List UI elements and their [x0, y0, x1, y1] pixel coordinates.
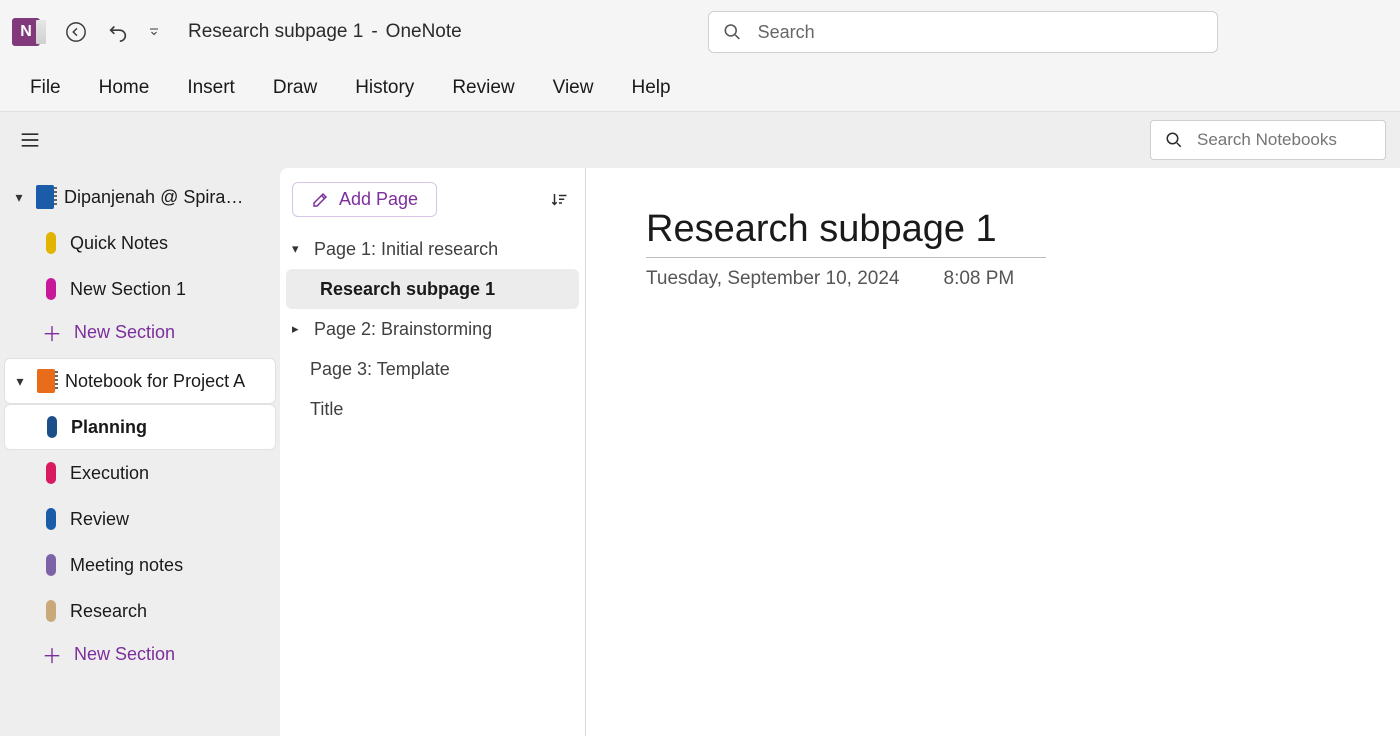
global-search[interactable]: [708, 11, 1218, 53]
page-label: Research subpage 1: [320, 279, 495, 300]
page-label: Page 1: Initial research: [314, 239, 498, 260]
page-label: Title: [310, 399, 343, 420]
chevron-down-icon: ▾: [292, 241, 306, 257]
sort-icon: [550, 191, 568, 209]
notebook-sidebar: ▾ Dipanjenah @ Spiral… Quick Notes New S…: [0, 168, 280, 736]
section-item-review[interactable]: Review: [4, 496, 276, 542]
tab-draw[interactable]: Draw: [271, 73, 319, 103]
plus-icon: ＋: [42, 318, 60, 347]
chevron-down-icon: ▾: [13, 373, 27, 390]
new-section-button[interactable]: ＋ New Section: [4, 634, 276, 674]
tab-view[interactable]: View: [551, 73, 596, 103]
section-label: Execution: [70, 463, 149, 484]
sort-pages-button[interactable]: [545, 186, 573, 214]
notebook-label: Dipanjenah @ Spiral…: [64, 187, 244, 208]
page-item[interactable]: Page 3: Template: [286, 349, 579, 389]
section-color-swatch: [46, 462, 56, 484]
undo-icon: [107, 21, 129, 43]
section-item-new-section-1[interactable]: New Section 1: [4, 266, 276, 312]
section-color-swatch: [46, 600, 56, 622]
window-title-page: Research subpage 1: [188, 21, 363, 43]
ribbon-tabs: File Home Insert Draw History Review Vie…: [0, 64, 1400, 112]
title-bar: N Research subpage 1 - OneNote: [0, 0, 1400, 64]
hamburger-icon: [20, 132, 40, 148]
global-search-input[interactable]: [756, 21, 1203, 44]
page-list: Add Page ▾ Page 1: Initial research Rese…: [280, 168, 586, 736]
window-title-separator: -: [371, 21, 377, 43]
page-time[interactable]: 8:08 PM: [944, 268, 1015, 290]
tab-home[interactable]: Home: [97, 73, 152, 103]
section-color-swatch: [47, 416, 57, 438]
tab-insert[interactable]: Insert: [185, 73, 237, 103]
page-item[interactable]: Title: [286, 389, 579, 429]
tab-help[interactable]: Help: [629, 73, 672, 103]
new-section-label: New Section: [74, 322, 175, 343]
add-page-label: Add Page: [339, 189, 418, 210]
page-label: Page 3: Template: [310, 359, 450, 380]
back-arrow-icon: [65, 21, 87, 43]
compose-icon: [311, 191, 329, 209]
sub-bar: [0, 112, 1400, 168]
section-label: Research: [70, 601, 147, 622]
section-label: Quick Notes: [70, 233, 168, 254]
notebook-icon: [37, 369, 55, 393]
section-item-meeting-notes[interactable]: Meeting notes: [4, 542, 276, 588]
chevron-right-icon: ▸: [292, 321, 306, 337]
add-page-button[interactable]: Add Page: [292, 182, 437, 217]
page-label: Page 2: Brainstorming: [314, 319, 492, 340]
notebook-icon: [36, 185, 54, 209]
chevron-down-icon: ▾: [12, 189, 26, 206]
search-notebooks[interactable]: [1150, 120, 1386, 160]
tab-history[interactable]: History: [353, 73, 416, 103]
search-icon: [1165, 131, 1183, 149]
search-icon: [723, 22, 742, 42]
page-canvas[interactable]: Research subpage 1 Tuesday, September 10…: [586, 168, 1400, 736]
section-label: Review: [70, 509, 129, 530]
search-notebooks-input[interactable]: [1195, 129, 1355, 151]
page-item[interactable]: ▾ Page 1: Initial research: [286, 229, 579, 269]
page-item[interactable]: ▸ Page 2: Brainstorming: [286, 309, 579, 349]
window-title-app: OneNote: [386, 21, 462, 43]
back-button[interactable]: [58, 14, 94, 50]
customize-quick-access-button[interactable]: [142, 14, 166, 50]
section-item-planning[interactable]: Planning: [4, 404, 276, 450]
page-title[interactable]: Research subpage 1: [646, 208, 1046, 258]
nav-toggle-button[interactable]: [14, 124, 46, 156]
page-meta: Tuesday, September 10, 2024 8:08 PM: [646, 268, 1340, 290]
page-item[interactable]: Research subpage 1: [286, 269, 579, 309]
notebook-header[interactable]: ▾ Dipanjenah @ Spiral…: [4, 174, 276, 220]
section-item-quick-notes[interactable]: Quick Notes: [4, 220, 276, 266]
notebook-label: Notebook for Project A: [65, 371, 245, 392]
undo-button[interactable]: [100, 14, 136, 50]
new-section-label: New Section: [74, 644, 175, 665]
section-color-swatch: [46, 278, 56, 300]
section-item-execution[interactable]: Execution: [4, 450, 276, 496]
plus-icon: ＋: [42, 640, 60, 669]
main-area: ▾ Dipanjenah @ Spiral… Quick Notes New S…: [0, 168, 1400, 736]
section-item-research[interactable]: Research: [4, 588, 276, 634]
page-date[interactable]: Tuesday, September 10, 2024: [646, 268, 900, 290]
section-label: Planning: [71, 417, 147, 438]
section-label: Meeting notes: [70, 555, 183, 576]
section-color-swatch: [46, 508, 56, 530]
app-logo: N: [12, 18, 40, 46]
tab-review[interactable]: Review: [450, 73, 516, 103]
chevron-down-bar-icon: [148, 25, 160, 39]
tab-file[interactable]: File: [28, 73, 63, 103]
section-label: New Section 1: [70, 279, 186, 300]
notebook-header[interactable]: ▾ Notebook for Project A: [4, 358, 276, 404]
section-color-swatch: [46, 554, 56, 576]
section-color-swatch: [46, 232, 56, 254]
new-section-button[interactable]: ＋ New Section: [4, 312, 276, 352]
window-title: Research subpage 1 - OneNote: [188, 21, 462, 43]
